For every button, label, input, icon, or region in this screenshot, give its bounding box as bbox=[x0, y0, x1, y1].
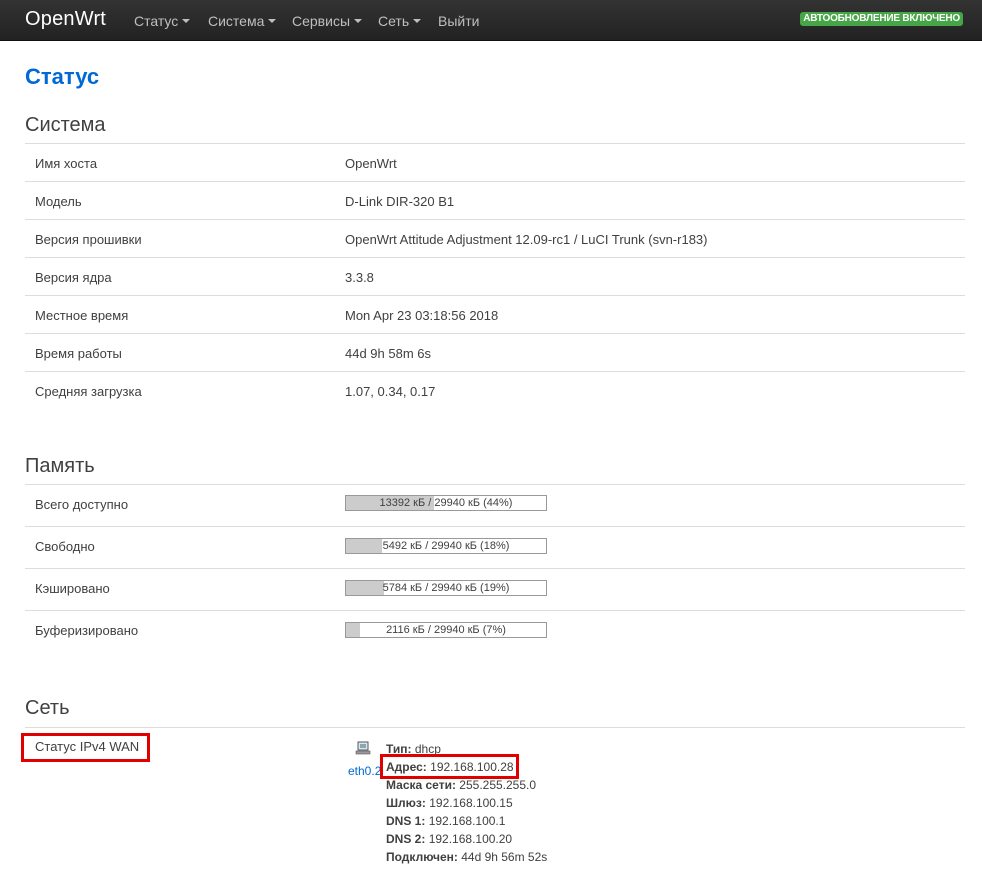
detail-value: 44d 9h 56m 52s bbox=[461, 850, 548, 864]
menu-status-label: Статус bbox=[134, 13, 179, 29]
table-row: Версия ядра 3.3.8 bbox=[25, 257, 965, 295]
menu-system-label: Система bbox=[208, 13, 265, 29]
detail-key: DNS 2: bbox=[386, 832, 426, 846]
table-row: Модель D-Link DIR-320 B1 bbox=[25, 181, 965, 219]
page-title: Статус bbox=[25, 64, 100, 89]
menu-status[interactable]: Статус bbox=[134, 13, 191, 29]
highlight-box bbox=[380, 754, 519, 779]
detail-value: 192.168.100.20 bbox=[428, 832, 513, 846]
progress-text: 5784 кБ / 29940 кБ (19%) bbox=[382, 582, 510, 594]
detail-key: Маска сети: bbox=[386, 778, 456, 792]
row-value: 3.3.8 bbox=[345, 270, 374, 285]
detail-key: DNS 1: bbox=[386, 814, 426, 828]
wan-detail-gateway: Шлюз: 192.168.100.15 bbox=[386, 796, 513, 810]
menu-logout[interactable]: Выйти bbox=[438, 13, 479, 29]
table-row: Средняя загрузка 1.07, 0.34, 0.17 bbox=[25, 371, 965, 409]
table-row: Имя хоста OpenWrt bbox=[25, 143, 965, 181]
detail-key: Подключен: bbox=[386, 850, 458, 864]
memory-progress-bar: 5784 кБ / 29940 кБ (19%) bbox=[345, 580, 547, 596]
row-value: 1.07, 0.34, 0.17 bbox=[345, 384, 436, 399]
top-navbar: OpenWrt Статус Система Сервисы Сеть Выйт… bbox=[0, 0, 982, 41]
row-label: Всего доступно bbox=[35, 497, 129, 512]
row-label: Кэшировано bbox=[35, 581, 110, 596]
progress-text: 2116 кБ / 29940 кБ (7%) bbox=[386, 624, 506, 636]
menu-network[interactable]: Сеть bbox=[378, 13, 422, 29]
table-row: Версия прошивки OpenWrt Attitude Adjustm… bbox=[25, 219, 965, 257]
menu-system[interactable]: Система bbox=[208, 13, 277, 29]
brand-logo[interactable]: OpenWrt bbox=[25, 8, 106, 31]
wan-detail-netmask: Маска сети: 255.255.255.0 bbox=[386, 778, 536, 792]
row-label: Средняя загрузка bbox=[35, 384, 142, 399]
row-label: Буферизировано bbox=[35, 623, 139, 638]
section-title-system: Система bbox=[25, 114, 106, 136]
memory-progress-bar: 5492 кБ / 29940 кБ (18%) bbox=[345, 538, 547, 554]
chevron-down-icon bbox=[354, 19, 363, 23]
interface-name-link[interactable]: eth0.2 bbox=[348, 764, 381, 778]
wan-detail-uptime: Подключен: 44d 9h 56m 52s bbox=[386, 850, 547, 864]
row-value: Mon Apr 23 03:18:56 2018 bbox=[345, 308, 499, 323]
row-value: OpenWrt Attitude Adjustment 12.09-rc1 / … bbox=[345, 232, 708, 247]
row-label: Модель bbox=[35, 194, 82, 209]
row-label: Свободно bbox=[35, 539, 95, 554]
highlight-box bbox=[21, 733, 150, 762]
table-row: Время работы 44d 9h 58m 6s bbox=[25, 333, 965, 371]
table-row: Всего доступно 13392 кБ / 29940 кБ (44%) bbox=[25, 484, 965, 526]
table-row: Свободно 5492 кБ / 29940 кБ (18%) bbox=[25, 526, 965, 568]
progress-text: 5492 кБ / 29940 кБ (18%) bbox=[382, 540, 510, 552]
menu-network-label: Сеть bbox=[378, 13, 410, 29]
row-label: Местное время bbox=[35, 308, 129, 323]
autorefresh-badge[interactable]: АВТООБНОВЛЕНИЕ ВКЛЮЧЕНО bbox=[800, 12, 963, 26]
memory-progress-bar: 13392 кБ / 29940 кБ (44%) bbox=[345, 495, 547, 511]
detail-key: Шлюз: bbox=[386, 796, 426, 810]
table-row: Буферизировано 2116 кБ / 29940 кБ (7%) bbox=[25, 610, 965, 652]
progress-text: 13392 кБ / 29940 кБ (44%) bbox=[379, 497, 513, 509]
wan-detail-dns2: DNS 2: 192.168.100.20 bbox=[386, 832, 512, 846]
menu-services[interactable]: Сервисы bbox=[292, 13, 363, 29]
section-title-memory: Память bbox=[25, 455, 95, 477]
chevron-down-icon bbox=[182, 19, 191, 23]
chevron-down-icon bbox=[268, 19, 277, 23]
row-label: Версия прошивки bbox=[35, 232, 142, 247]
section-title-network: Сеть bbox=[25, 697, 70, 719]
row-label: Версия ядра bbox=[35, 270, 112, 285]
row-value: OpenWrt bbox=[345, 156, 397, 171]
row-label: Время работы bbox=[35, 346, 122, 361]
menu-services-label: Сервисы bbox=[292, 13, 351, 29]
table-row: Кэшировано 5784 кБ / 29940 кБ (19%) bbox=[25, 568, 965, 610]
table-row: Местное время Mon Apr 23 03:18:56 2018 bbox=[25, 295, 965, 333]
memory-progress-bar: 2116 кБ / 29940 кБ (7%) bbox=[345, 622, 547, 638]
detail-value: 192.168.100.1 bbox=[428, 814, 506, 828]
network-interface-icon bbox=[355, 741, 371, 755]
detail-value: 192.168.100.15 bbox=[429, 796, 513, 810]
row-value: 44d 9h 58m 6s bbox=[345, 346, 432, 361]
chevron-down-icon bbox=[413, 19, 422, 23]
wan-detail-dns1: DNS 1: 192.168.100.1 bbox=[386, 814, 505, 828]
detail-value: 255.255.255.0 bbox=[459, 778, 537, 792]
row-value: D-Link DIR-320 B1 bbox=[345, 194, 455, 209]
row-label: Имя хоста bbox=[35, 156, 98, 171]
